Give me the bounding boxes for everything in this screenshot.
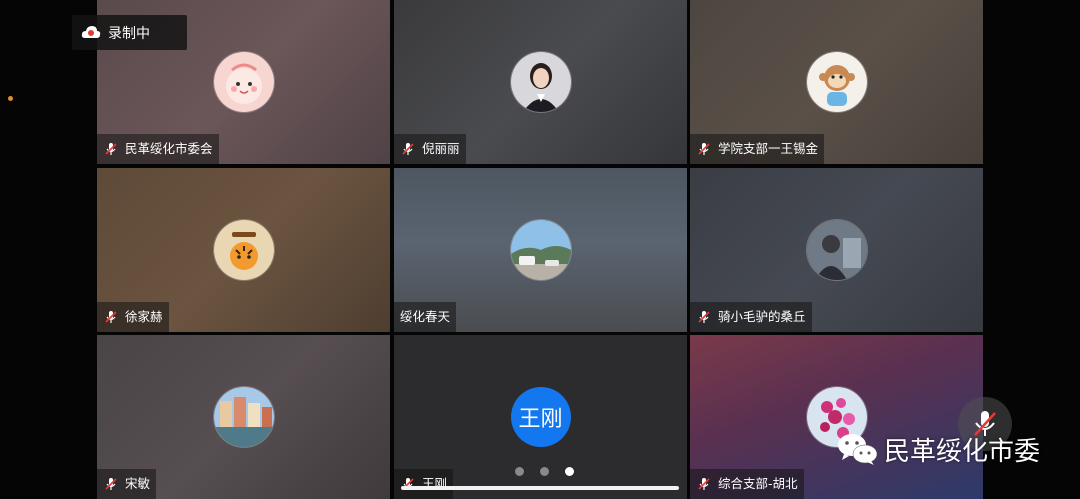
mic-muted-icon <box>696 309 712 325</box>
video-grid: 民革绥化市委会 倪丽丽 学院支部一王锡金 徐家赫 绥化春天 骑小毛驴的桑丘 宋敏… <box>97 0 983 499</box>
wechat-icon <box>838 434 878 465</box>
page-dot-active[interactable] <box>565 467 574 476</box>
tiger-cartoon-avatar <box>212 219 275 281</box>
cloud-record-icon <box>80 22 102 44</box>
participant-name-tag: 倪丽丽 <box>394 134 466 164</box>
participant-name-tag: 王刚 <box>394 469 454 499</box>
participant-name-tag: 民革绥化市委会 <box>97 134 219 164</box>
page-dot[interactable] <box>515 467 524 476</box>
home-indicator-bar[interactable] <box>401 486 679 490</box>
participant-tile[interactable]: 综合支部-胡北 <box>690 335 983 499</box>
cartoon-pink-avatar <box>212 51 275 113</box>
page-dot[interactable] <box>540 467 549 476</box>
participant-name-tag: 学院支部一王锡金 <box>690 134 825 164</box>
participant-tile[interactable]: 宋敏 <box>97 335 390 499</box>
participant-name: 学院支部一王锡金 <box>718 141 819 156</box>
recording-label: 录制中 <box>108 25 150 42</box>
participant-name: 倪丽丽 <box>422 141 460 156</box>
monkey-toy-avatar <box>805 51 868 113</box>
participant-name-tag: 骑小毛驴的桑丘 <box>690 302 812 332</box>
page-indicator[interactable] <box>515 467 574 476</box>
status-dot <box>8 96 13 101</box>
mic-muted-icon <box>696 141 712 157</box>
participant-name: 绥化春天 <box>400 309 451 324</box>
participant-name: 王刚 <box>422 476 448 491</box>
participant-name-tag: 宋敏 <box>97 469 157 499</box>
participant-tile[interactable]: 绥化春天 <box>394 168 687 332</box>
participant-name: 宋敏 <box>125 476 151 491</box>
mic-muted-icon <box>696 476 712 492</box>
recording-indicator[interactable]: 录制中 <box>72 15 187 50</box>
participant-name: 徐家赫 <box>125 309 163 324</box>
participant-name-tag: 绥化春天 <box>394 302 457 332</box>
participant-name: 民革绥化市委会 <box>125 141 213 156</box>
mic-muted-icon <box>103 141 119 157</box>
wechat-watermark: 民革绥化市委 <box>836 427 1040 471</box>
participant-tile[interactable]: 学院支部一王锡金 <box>690 0 983 164</box>
participant-tile[interactable]: 骑小毛驴的桑丘 <box>690 168 983 332</box>
woman-portrait-avatar <box>509 51 572 113</box>
text-avatar: 王刚 <box>510 387 571 447</box>
mic-muted-icon <box>103 476 119 492</box>
participant-name: 骑小毛驴的桑丘 <box>718 309 806 324</box>
participant-tile[interactable]: 徐家赫 <box>97 168 390 332</box>
participant-name-tag: 综合支部-胡北 <box>690 469 804 499</box>
participant-tile[interactable]: 倪丽丽 <box>394 0 687 164</box>
participant-name-tag: 徐家赫 <box>97 302 169 332</box>
mic-muted-icon <box>103 309 119 325</box>
participant-name: 综合支部-胡北 <box>718 476 798 491</box>
town-canal-avatar <box>212 386 275 448</box>
landscape-car-avatar <box>509 219 572 281</box>
person-photo-avatar <box>805 219 868 281</box>
watermark-text: 民革绥化市委 <box>884 436 1041 467</box>
mic-muted-icon <box>400 141 416 157</box>
